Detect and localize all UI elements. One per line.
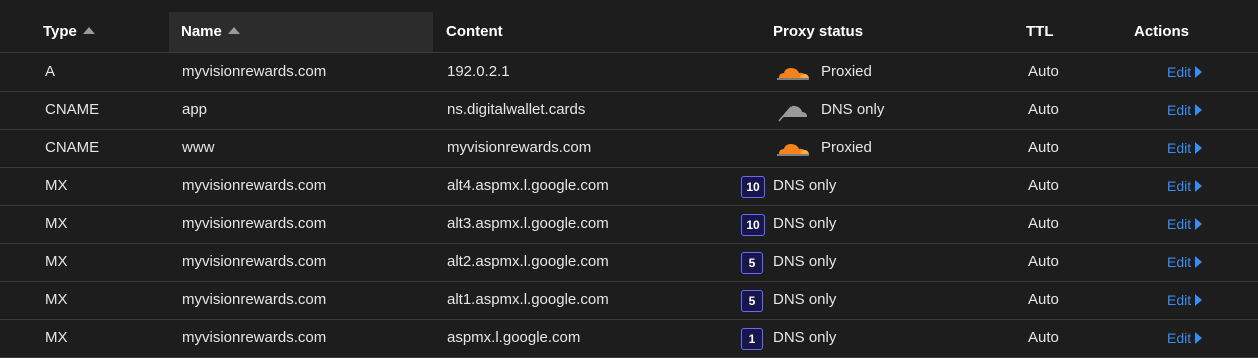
record-content: alt3.aspmx.l.google.com [447,215,609,232]
mx-priority-badge: 10 [741,214,765,236]
record-content: 192.0.2.1 [447,63,510,80]
caret-right-icon [1195,142,1203,155]
edit-button[interactable]: Edit [1167,91,1203,129]
caret-right-icon [1195,66,1203,79]
edit-button[interactable]: Edit [1167,129,1203,167]
cloud-orange-icon [776,62,810,87]
record-type: MX [45,215,68,232]
edit-button[interactable]: Edit [1167,53,1203,91]
cloud-orange-icon [776,138,810,163]
proxy-status-text: Proxied [821,63,872,80]
caret-right-icon [1195,332,1203,345]
record-ttl: Auto [1028,291,1059,308]
sort-ascending-icon [227,26,240,34]
edit-label: Edit [1167,330,1192,346]
edit-button[interactable]: Edit [1167,319,1203,357]
table-row[interactable]: MX myvisionrewards.com alt2.aspmx.l.google… [0,243,1258,282]
record-ttl: Auto [1028,253,1059,270]
record-type: CNAME [45,139,100,156]
column-header-proxy-status: Proxy status [773,23,864,40]
record-ttl: Auto [1028,215,1059,232]
record-name: app [182,101,208,118]
table-row[interactable]: MX myvisionrewards.com alt4.aspmx.l.google… [0,167,1258,206]
edit-label: Edit [1167,254,1192,270]
record-content: alt1.aspmx.l.google.com [447,291,609,308]
record-name: myvisionrewards.com [182,291,327,308]
mx-priority-badge: 5 [741,252,763,274]
caret-right-icon [1195,104,1203,117]
mx-priority-badge: 5 [741,290,763,312]
mx-priority-badge: 10 [741,176,765,198]
record-type: A [45,63,56,80]
column-header-ttl: TTL [1026,23,1054,40]
record-ttl: Auto [1028,139,1059,156]
record-type: MX [45,329,68,346]
record-type: MX [45,177,68,194]
table-row[interactable]: Amyvisionrewards.com 192.0.2.1 Proxied Auto… [0,53,1258,92]
proxy-status-text: DNS only [821,101,885,118]
column-header-name-label: Name [181,23,222,40]
table-row[interactable]: MX myvisionrewards.com aspmx.l.google.com 1… [0,319,1258,358]
edit-button[interactable]: Edit [1167,205,1203,243]
record-name: myvisionrewards.com [182,215,327,232]
record-ttl: Auto [1028,177,1059,194]
proxy-status-text: DNS only [773,253,837,270]
column-header-name[interactable]: Name [169,12,433,52]
record-ttl: Auto [1028,63,1059,80]
caret-right-icon [1195,218,1203,231]
record-type: CNAME [45,101,100,118]
sort-ascending-icon [82,26,95,34]
edit-button[interactable]: Edit [1167,243,1203,281]
record-ttl: Auto [1028,329,1059,346]
caret-right-icon [1195,180,1203,193]
record-content: ns.digitalwallet.cards [447,101,586,118]
record-name: myvisionrewards.com [182,177,327,194]
column-header-type[interactable]: Type [43,12,95,52]
record-ttl: Auto [1028,101,1059,118]
edit-label: Edit [1167,292,1192,308]
record-content: myvisionrewards.com [447,139,592,156]
column-header-actions: Actions [1134,23,1190,40]
table-row[interactable]: MX myvisionrewards.com alt3.aspmx.l.google… [0,205,1258,244]
mx-priority-badge: 1 [741,328,763,350]
proxy-status-text: DNS only [773,177,837,194]
caret-right-icon [1195,294,1203,307]
proxy-status-text: DNS only [773,215,837,232]
edit-label: Edit [1167,64,1192,80]
edit-label: Edit [1167,140,1192,156]
proxy-status-text: DNS only [773,329,837,346]
edit-label: Edit [1167,102,1192,118]
table-row[interactable]: MX myvisionrewards.com alt1.aspmx.l.google… [0,281,1258,320]
proxy-status-text: DNS only [773,291,837,308]
proxy-status-text: Proxied [821,139,872,156]
edit-button[interactable]: Edit [1167,281,1203,319]
edit-label: Edit [1167,216,1192,232]
record-type: MX [45,291,68,308]
record-name: myvisionrewards.com [182,253,327,270]
table-header: Type Name Content Proxy status TTL Actio… [0,12,1258,53]
dns-records-table: Type Name Content Proxy status TTL Actio… [0,0,1258,358]
edit-label: Edit [1167,178,1192,194]
column-header-content: Content [446,23,503,40]
column-header-type-label: Type [43,23,77,40]
record-name: www [182,139,215,156]
table-row[interactable]: CNAME www myvisionrewards.com Proxied Auto Ed… [0,129,1258,168]
record-type: MX [45,253,68,270]
record-name: myvisionrewards.com [182,329,327,346]
record-content: alt2.aspmx.l.google.com [447,253,609,270]
caret-right-icon [1195,256,1203,269]
record-name: myvisionrewards.com [182,63,327,80]
table-row[interactable]: CNAME app ns.digitalwallet.cards DNS only Au… [0,91,1258,130]
cloud-gray-icon [776,100,810,127]
record-content: aspmx.l.google.com [447,329,581,346]
record-content: alt4.aspmx.l.google.com [447,177,609,194]
edit-button[interactable]: Edit [1167,167,1203,205]
